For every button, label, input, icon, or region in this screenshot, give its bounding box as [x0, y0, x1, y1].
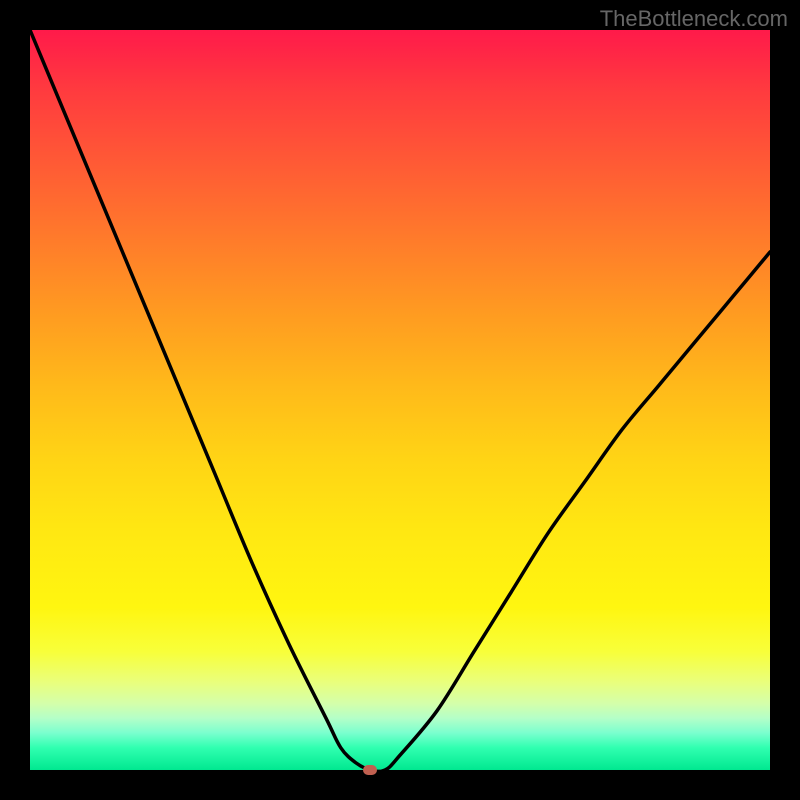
bottleneck-curve-svg	[30, 30, 770, 770]
optimal-point-marker	[363, 765, 377, 775]
watermark-text: TheBottleneck.com	[600, 6, 788, 32]
bottleneck-curve-path	[30, 30, 770, 770]
chart-frame	[30, 30, 770, 770]
